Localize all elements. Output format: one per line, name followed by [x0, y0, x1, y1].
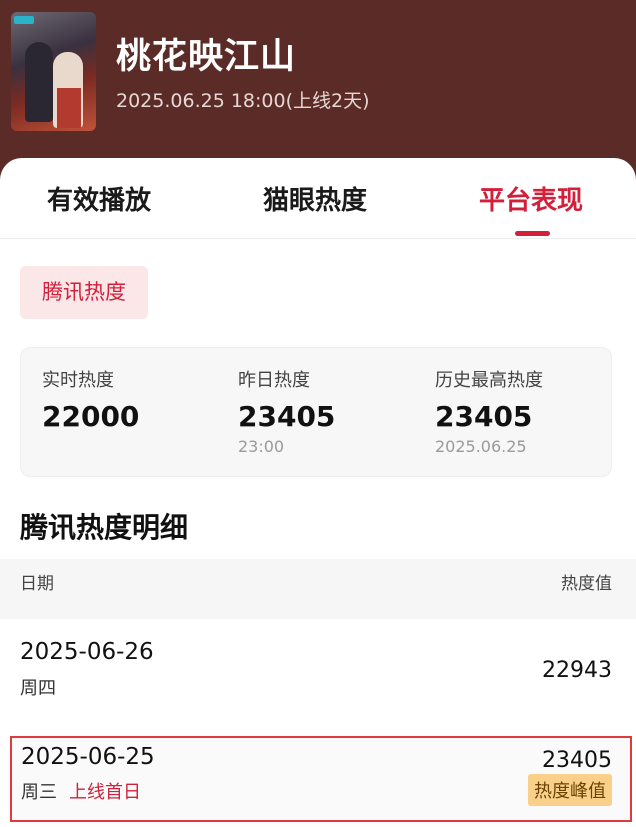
poster-image[interactable] — [11, 12, 96, 131]
stat-yesterday: 昨日热度 23405 23:00 — [238, 366, 335, 456]
column-header-date: 日期 — [20, 574, 54, 594]
drama-title: 桃花映江山 — [116, 37, 297, 77]
stat-value: 23405 — [238, 400, 336, 433]
row-date: 2025-06-26 — [20, 639, 154, 665]
detail-section-title: 腾讯热度明细 — [20, 511, 189, 544]
heat-stats-panel: 实时热度 22000 昨日热度 23405 23:00 历史最高热度 23405… — [20, 347, 612, 477]
platform-logo-icon — [14, 16, 34, 24]
table-row[interactable]: 2025-06-26 周四 22943 — [0, 619, 636, 729]
stat-value: 22000 — [42, 400, 140, 433]
poster-figure — [25, 42, 53, 122]
table-header: 日期 热度值 — [0, 559, 636, 619]
stat-label: 昨日热度 — [238, 370, 310, 391]
active-tab-indicator — [515, 231, 550, 236]
row-weekday: 周三 — [21, 782, 57, 803]
header: 桃花映江山 2025.06.25 18:00(上线2天) — [0, 0, 636, 170]
platform-chip-tencent[interactable]: 腾讯热度 — [20, 266, 148, 319]
stat-realtime: 实时热度 22000 — [42, 366, 139, 433]
table-row-highlighted[interactable]: 2025-06-25 周三 上线首日 23405 热度峰值 — [10, 736, 632, 822]
row-date: 2025-06-25 — [21, 744, 155, 770]
row-note: 上线首日 — [69, 782, 141, 803]
stat-value: 23405 — [435, 400, 533, 433]
release-info: 2025.06.25 18:00(上线2天) — [116, 90, 370, 112]
peak-badge: 热度峰值 — [528, 774, 612, 806]
stat-sub: 23:00 — [238, 437, 285, 456]
tab-maoyan-heat[interactable]: 猫眼热度 — [263, 180, 367, 217]
stat-sub: 2025.06.25 — [435, 437, 527, 456]
stat-label: 实时热度 — [42, 370, 114, 391]
column-header-value: 热度值 — [561, 574, 612, 594]
content-card: 有效播放 猫眼热度 平台表现 腾讯热度 实时热度 22000 昨日热度 2340… — [0, 158, 636, 827]
stat-label: 历史最高热度 — [435, 370, 543, 391]
row-value: 23405 — [542, 748, 612, 773]
row-value: 22943 — [542, 658, 612, 683]
poster-figure-robe — [57, 88, 81, 128]
row-weekday: 周四 — [20, 678, 56, 699]
tab-bar: 有效播放 猫眼热度 平台表现 — [0, 158, 636, 239]
tab-effective-plays[interactable]: 有效播放 — [47, 180, 151, 217]
tab-platform-performance[interactable]: 平台表现 — [479, 180, 583, 217]
stat-history-max: 历史最高热度 23405 2025.06.25 — [435, 366, 543, 456]
